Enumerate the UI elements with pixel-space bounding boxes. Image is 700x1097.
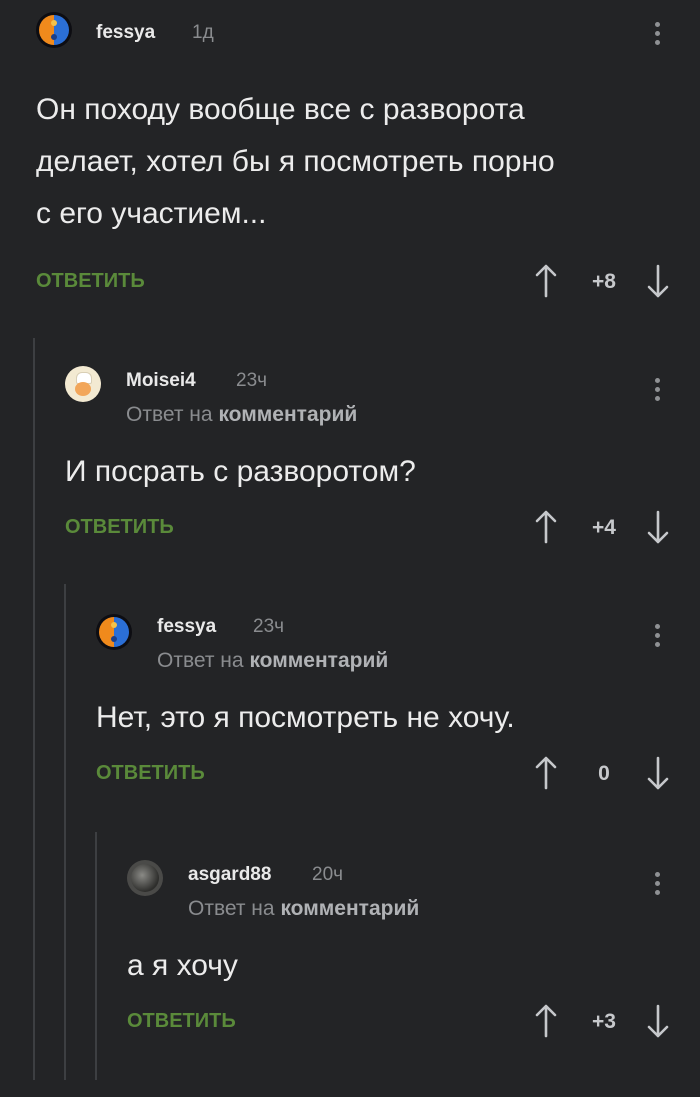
arrow-up-icon[interactable] [534,508,558,546]
vote-score: +3 [592,1010,616,1033]
arrow-down-icon[interactable] [646,754,670,792]
arrow-down-icon[interactable] [646,1002,670,1040]
thread-line-level-3 [95,832,97,1080]
reply-to-prefix: Ответ на [126,403,213,426]
thread-line-level-1 [33,338,35,1080]
comment-text-line: а я хочу [127,949,238,982]
comment-text-line: Он походу вообще все с разворота [36,93,525,126]
user-avatar[interactable] [65,366,101,402]
username[interactable]: fessya [96,22,155,44]
user-avatar[interactable] [36,12,72,48]
comment-header: fessya 1д [36,12,700,62]
reply-to-link[interactable]: комментарий [280,897,419,920]
comment-text-line: с его участием... [36,197,267,230]
arrow-up-icon[interactable] [534,754,558,792]
user-avatar[interactable] [127,860,163,896]
reply-to-prefix: Ответ на [157,649,244,672]
user-avatar[interactable] [96,614,132,650]
kebab-menu-icon[interactable] [655,378,661,405]
kebab-menu-icon[interactable] [655,22,661,49]
reply-button[interactable]: ОТВЕТИТЬ [127,1010,236,1033]
comment: fessya 1д Он походу вообще все с разворо… [36,12,700,302]
comment-text-line: И посрать с разворотом? [65,455,416,488]
reply-to-prefix: Ответ на [188,897,275,920]
kebab-menu-icon[interactable] [655,872,661,899]
comment-time: 23ч [253,616,285,637]
comment-text: И посрать с разворотом? [65,446,416,498]
vote-score: +4 [592,516,616,539]
username[interactable]: fessya [157,616,216,638]
comment-text: Нет, это я посмотреть не хочу. [96,692,515,744]
comment-text-line: делает, хотел бы я посмотреть порно [36,145,555,178]
comment-time: 1д [192,22,214,43]
arrow-up-icon[interactable] [534,262,558,300]
arrow-down-icon[interactable] [646,262,670,300]
vote-score: +8 [592,270,616,293]
kebab-menu-icon[interactable] [655,624,661,651]
comment-header: asgard88 20ч Ответ на комментарий [127,850,700,920]
comment-text: Он походу вообще все с разворота делает,… [36,84,555,240]
comment-time: 23ч [236,370,268,391]
reply-to-line: Ответ на комментарий [157,649,388,673]
comment-header: Moisei4 23ч Ответ на комментарий [65,356,700,426]
reply-to-link[interactable]: комментарий [218,403,357,426]
reply-to-link[interactable]: комментарий [249,649,388,672]
comment-actions: ОТВЕТИТЬ 0 [96,754,700,794]
reply-to-line: Ответ на комментарий [188,897,419,921]
comment-text: а я хочу [127,940,238,992]
reply-button[interactable]: ОТВЕТИТЬ [96,762,205,785]
comment-text-line: Нет, это я посмотреть не хочу. [96,701,515,734]
reply-button[interactable]: ОТВЕТИТЬ [36,270,145,293]
comment: asgard88 20ч Ответ на комментарий а я хо… [127,850,700,1050]
thread-line-level-2 [64,584,66,1080]
username[interactable]: Moisei4 [126,370,196,392]
comment-header: fessya 23ч Ответ на комментарий [96,602,700,672]
username[interactable]: asgard88 [188,864,271,886]
vote-score: 0 [598,762,610,785]
arrow-down-icon[interactable] [646,508,670,546]
comment-actions: ОТВЕТИТЬ +4 [65,508,700,548]
comment-time: 20ч [312,864,344,885]
comment-actions: ОТВЕТИТЬ +8 [36,262,700,302]
comment: Moisei4 23ч Ответ на комментарий И посра… [65,356,700,556]
arrow-up-icon[interactable] [534,1002,558,1040]
reply-to-line: Ответ на комментарий [126,403,357,427]
reply-button[interactable]: ОТВЕТИТЬ [65,516,174,539]
comment-actions: ОТВЕТИТЬ +3 [127,1002,700,1042]
comment: fessya 23ч Ответ на комментарий Нет, это… [96,602,700,802]
